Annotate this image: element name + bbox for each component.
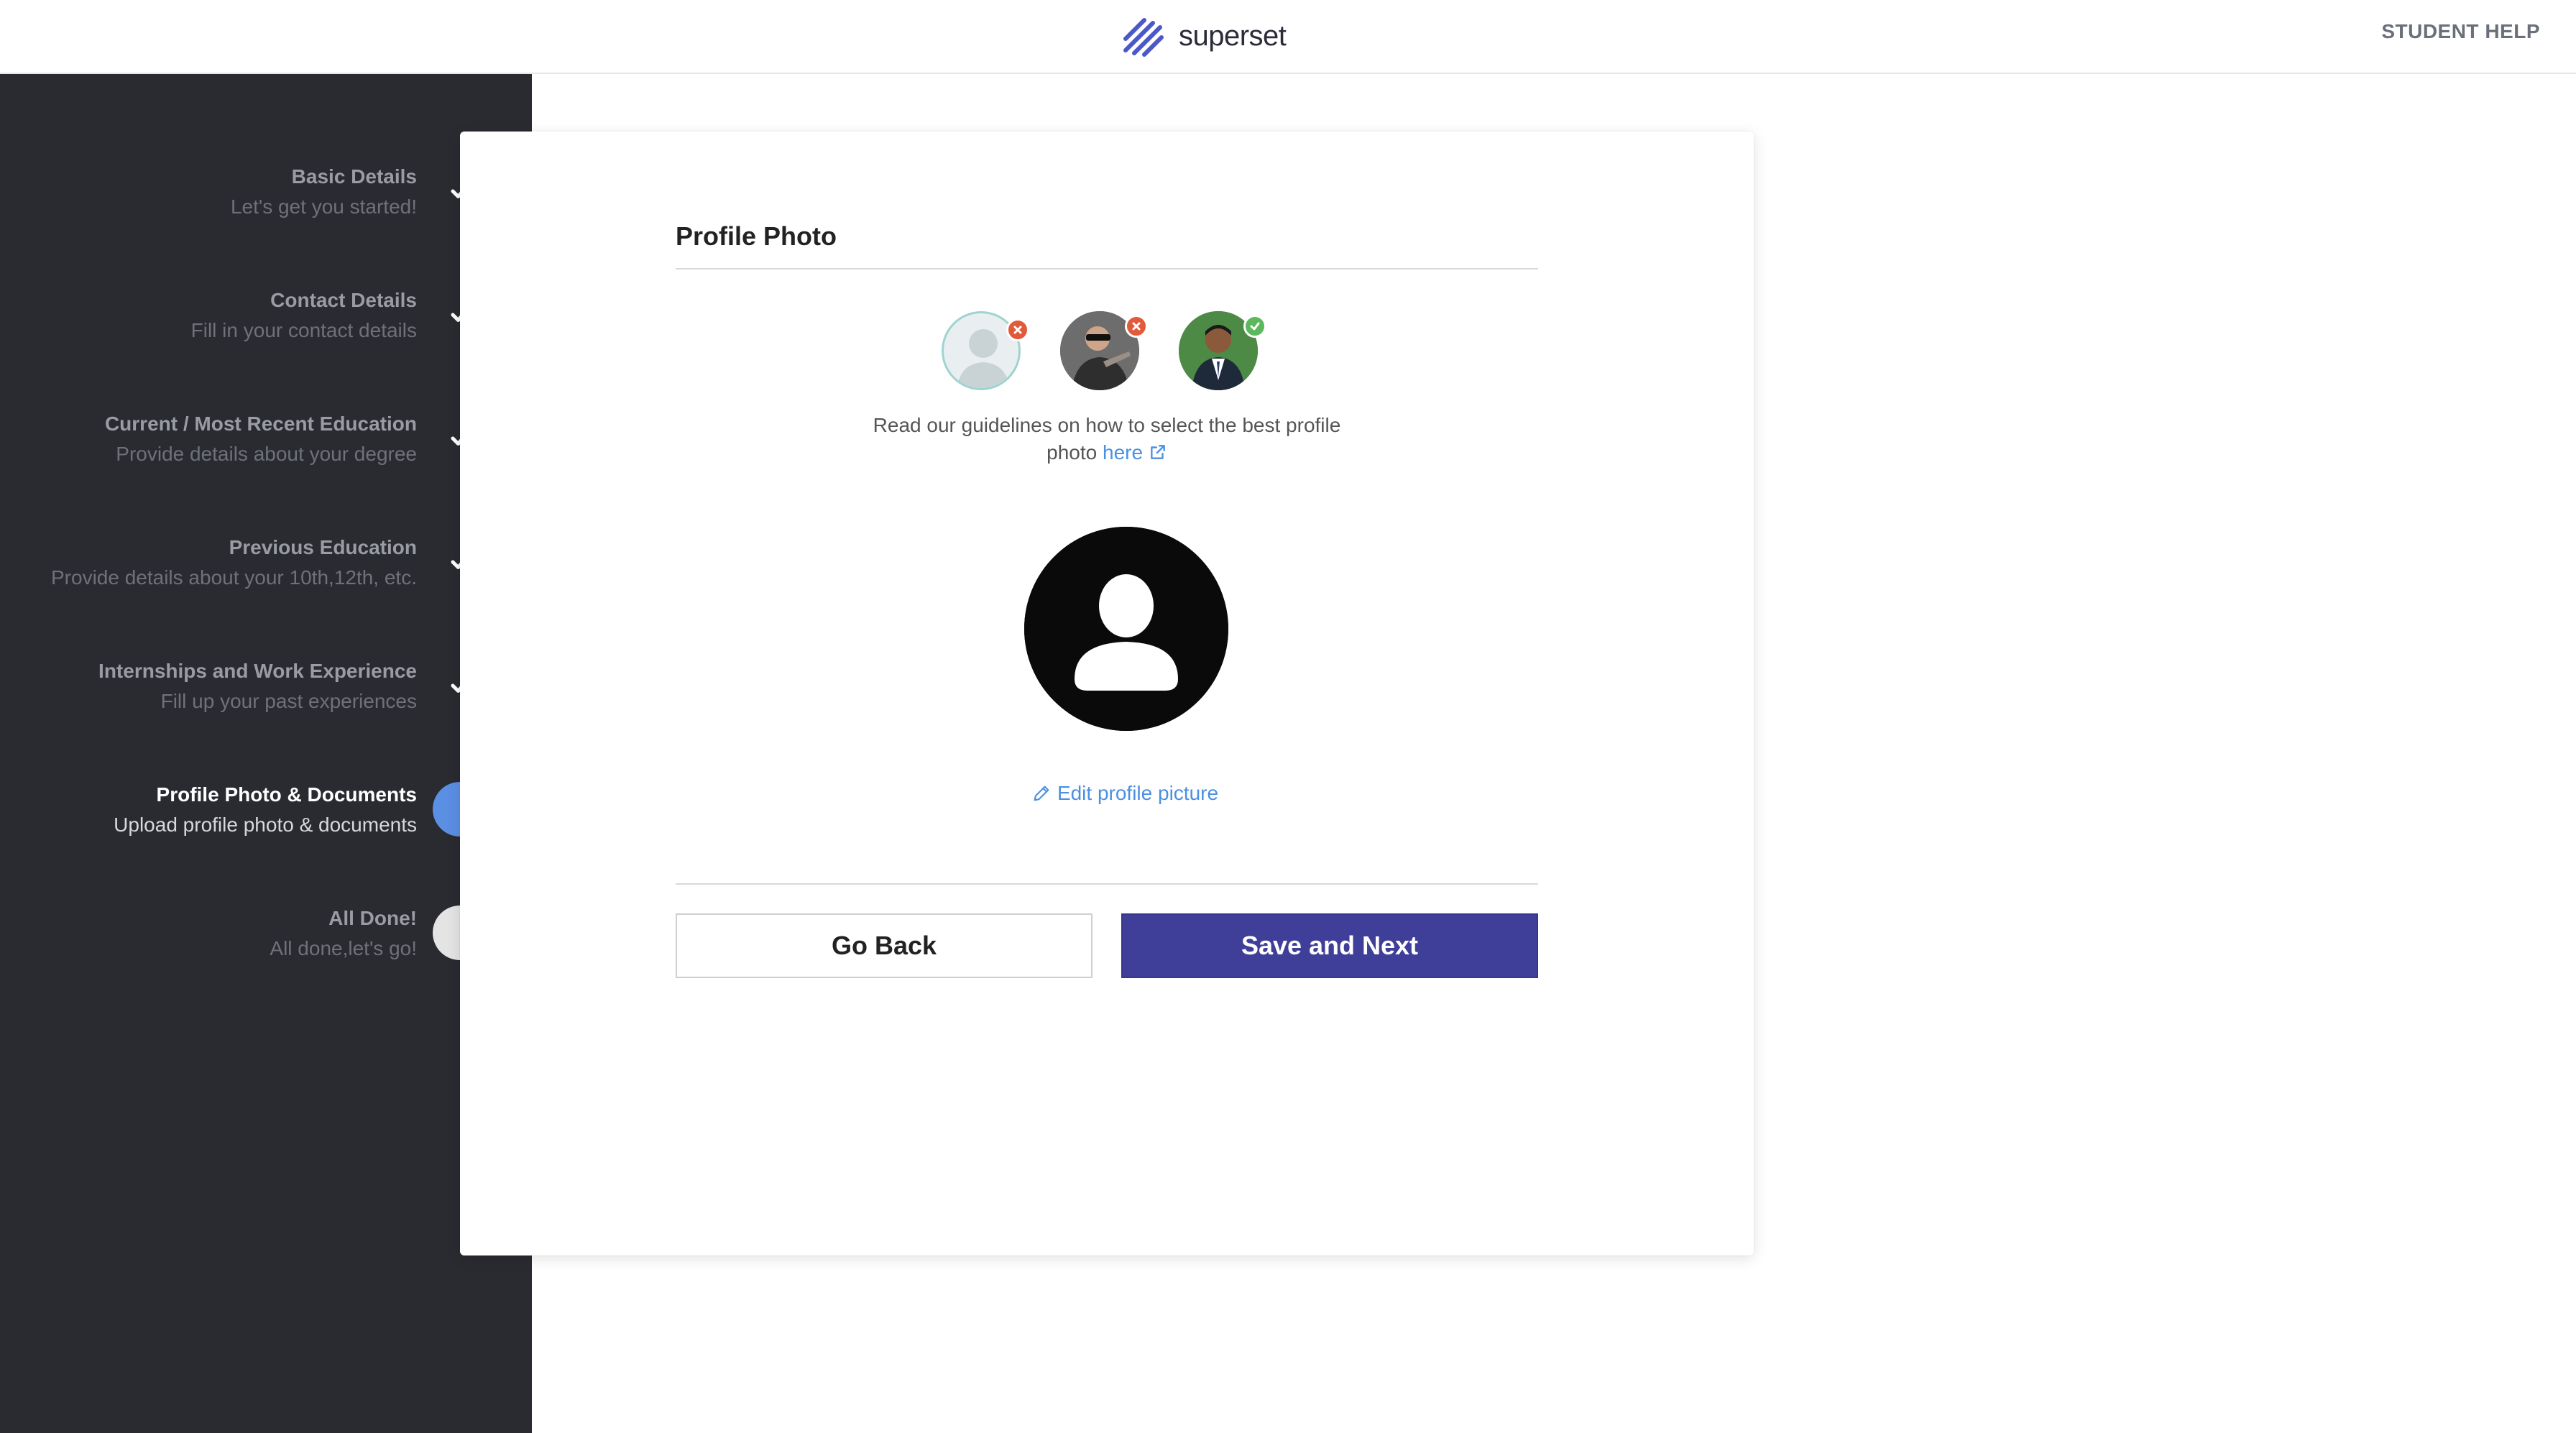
step-subtitle: Fill in your contact details — [190, 319, 417, 341]
step-title: All Done! — [328, 907, 417, 929]
edit-profile-picture-link[interactable]: Edit profile picture — [1013, 782, 1236, 805]
superset-logo-icon — [1123, 18, 1164, 57]
photo-guidelines: Read our guidelines on how to select the… — [862, 412, 1351, 466]
section-title: Profile Photo — [676, 221, 837, 251]
profile-avatar[interactable] — [1024, 527, 1228, 731]
profile-photo-card: Profile Photo Read our guidelines on how… — [460, 132, 1754, 1255]
step-current-education[interactable]: Current / Most Recent Education Provide … — [0, 410, 417, 470]
step-subtitle: All done,let's go! — [270, 937, 417, 959]
step-title: Internships and Work Experience — [98, 660, 417, 682]
default-user-icon — [1024, 527, 1228, 731]
actions-divider — [676, 883, 1538, 885]
approve-icon — [1243, 315, 1266, 338]
edit-profile-picture-label[interactable]: Edit profile picture — [1057, 782, 1218, 805]
superset-logo[interactable]: superset — [1116, 10, 1287, 62]
step-subtitle: Let's get you started! — [230, 195, 417, 218]
guidelines-link[interactable]: here — [1103, 441, 1167, 464]
top-bar: superset STUDENT HELP — [0, 0, 2576, 74]
step-subtitle: Fill up your past experiences — [160, 690, 417, 712]
progress-sidebar — [0, 74, 532, 1433]
step-subtitle: Upload profile photo & documents — [114, 814, 417, 836]
step-subtitle: Provide details about your 10th,12th, et… — [51, 566, 417, 589]
step-title: Previous Education — [229, 536, 417, 558]
step-contact-details[interactable]: Contact Details Fill in your contact det… — [0, 286, 417, 346]
step-title: Basic Details — [291, 165, 417, 188]
photo-examples — [942, 311, 1272, 397]
logo-text: superset — [1179, 19, 1287, 52]
pencil-icon — [1034, 785, 1049, 801]
step-title: Profile Photo & Documents — [156, 783, 417, 806]
student-help-link[interactable]: STUDENT HELP — [2381, 20, 2540, 43]
step-all-done[interactable]: All Done! All done,let's go! — [0, 904, 417, 964]
save-and-next-button[interactable]: Save and Next — [1121, 913, 1538, 978]
step-basic-details[interactable]: Basic Details Let's get you started! — [0, 162, 417, 223]
step-previous-education[interactable]: Previous Education Provide details about… — [0, 533, 417, 594]
external-link-icon — [1150, 445, 1165, 459]
go-back-button[interactable]: Go Back — [676, 913, 1092, 978]
reject-icon — [1006, 318, 1029, 341]
title-divider — [676, 268, 1538, 269]
step-title: Current / Most Recent Education — [104, 413, 417, 435]
guidelines-link-label[interactable]: here — [1103, 441, 1143, 464]
step-profile-photo-documents[interactable]: Profile Photo & Documents Upload profile… — [0, 780, 417, 841]
reject-icon — [1125, 315, 1148, 338]
step-subtitle: Provide details about your degree — [116, 443, 417, 465]
step-title: Contact Details — [270, 289, 417, 311]
step-work-experience[interactable]: Internships and Work Experience Fill up … — [0, 657, 417, 717]
